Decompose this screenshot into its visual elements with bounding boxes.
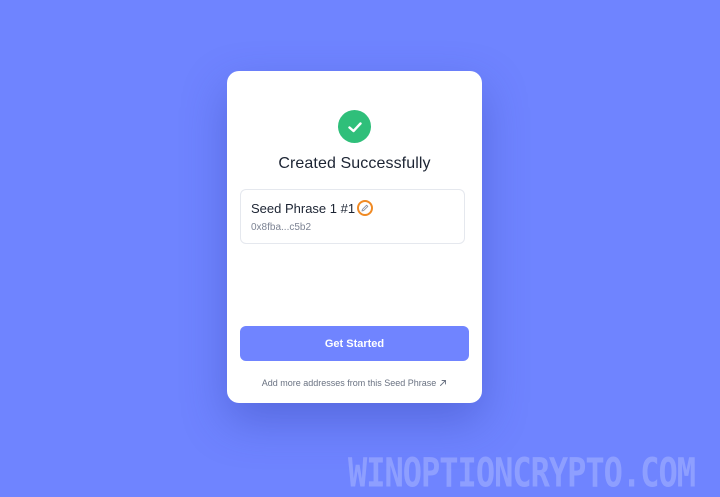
arrow-up-right-icon xyxy=(440,379,447,386)
add-more-addresses-link[interactable]: Add more addresses from this Seed Phrase xyxy=(227,378,482,388)
watermark: WINOPTIONCRYPTO.COM xyxy=(347,449,696,497)
get-started-button[interactable]: Get Started xyxy=(240,326,469,361)
check-circle-icon xyxy=(338,110,371,143)
add-more-addresses-label: Add more addresses from this Seed Phrase xyxy=(261,378,437,388)
account-card: Seed Phrase 1 #1 0x8fba...c5b2 xyxy=(240,189,465,244)
account-name-row: Seed Phrase 1 #1 xyxy=(251,200,374,216)
dialog-title: Created Successfully xyxy=(278,155,431,172)
edit-name-button[interactable] xyxy=(357,200,374,216)
pencil-icon xyxy=(361,204,369,212)
account-address: 0x8fba...c5b2 xyxy=(251,222,312,233)
success-dialog: Created Successfully Seed Phrase 1 #1 0x… xyxy=(227,71,482,403)
account-name: Seed Phrase 1 #1 xyxy=(251,200,356,216)
